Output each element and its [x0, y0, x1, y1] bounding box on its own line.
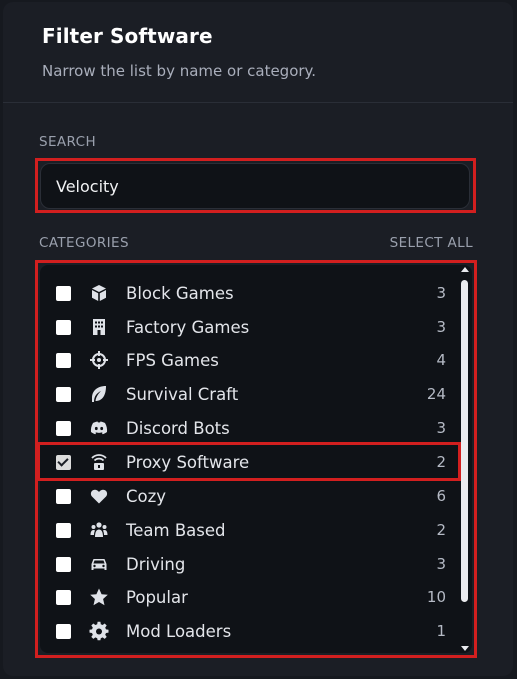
category-row[interactable]: Driving 3	[40, 547, 460, 581]
category-checkbox[interactable]	[56, 420, 71, 436]
star-icon	[89, 587, 109, 607]
category-label: Mod Loaders	[126, 621, 232, 641]
category-checkbox[interactable]	[56, 319, 71, 335]
category-count: 3	[436, 555, 446, 573]
category-label: Survival Craft	[126, 384, 239, 404]
discord-icon	[89, 418, 109, 438]
scrollbar[interactable]	[459, 267, 471, 651]
category-row[interactable]: Survival Craft 24	[40, 377, 460, 411]
category-count: 4	[436, 351, 446, 369]
category-count: 3	[436, 318, 446, 336]
category-checkbox[interactable]	[56, 623, 71, 639]
panel-subtitle: Narrow the list by name or category.	[42, 62, 317, 80]
category-label: Cozy	[126, 486, 167, 506]
scroll-down-arrow[interactable]	[461, 646, 469, 651]
category-count: 10	[426, 588, 446, 606]
category-count: 1	[436, 622, 446, 640]
category-label: Factory Games	[126, 317, 250, 337]
users-icon	[89, 520, 109, 540]
car-icon	[89, 554, 109, 574]
category-checkbox[interactable]	[56, 556, 71, 572]
category-checkbox[interactable]	[56, 522, 71, 538]
cube-icon	[89, 283, 109, 303]
category-count: 24	[426, 385, 446, 403]
panel-header: Filter Software Narrow the list by name …	[42, 24, 316, 80]
scroll-up-arrow[interactable]	[461, 267, 469, 272]
selected-row-highlight-box	[37, 442, 461, 481]
scroll-thumb[interactable]	[461, 280, 468, 602]
search-input[interactable]	[40, 163, 470, 209]
category-row[interactable]: Discord Bots 3	[40, 411, 460, 445]
category-row[interactable]: Team Based 2	[40, 513, 460, 547]
category-checkbox[interactable]	[56, 488, 71, 504]
category-count: 3	[436, 284, 446, 302]
category-row[interactable]: Popular 10	[40, 580, 460, 614]
category-label: Discord Bots	[126, 418, 230, 438]
header-divider	[3, 102, 513, 103]
select-all-button[interactable]: SELECT ALL	[390, 235, 473, 251]
gear-icon	[89, 621, 109, 641]
category-row[interactable]: Block Games 3	[40, 276, 460, 310]
category-label: FPS Games	[126, 350, 219, 370]
category-checkbox[interactable]	[56, 352, 71, 368]
category-checkbox[interactable]	[56, 285, 71, 301]
leaf-icon	[89, 384, 109, 404]
category-checkbox[interactable]	[56, 589, 71, 605]
crosshair-icon	[89, 350, 109, 370]
category-row[interactable]: FPS Games 4	[40, 343, 460, 377]
category-count: 2	[436, 521, 446, 539]
category-label: Team Based	[126, 520, 226, 540]
categories-label: CATEGORIES	[39, 235, 129, 251]
category-count: 6	[436, 487, 446, 505]
category-row[interactable]: Mod Loaders 1	[40, 614, 460, 648]
category-row[interactable]: Factory Games 3	[40, 310, 460, 344]
building-icon	[89, 317, 109, 337]
search-label: SEARCH	[39, 134, 97, 150]
panel-title: Filter Software	[42, 24, 213, 48]
heart-icon	[89, 486, 109, 506]
category-checkbox[interactable]	[56, 386, 71, 402]
category-label: Popular	[126, 587, 188, 607]
category-label: Driving	[126, 554, 186, 574]
category-label: Block Games	[126, 283, 234, 303]
category-count: 3	[436, 419, 446, 437]
category-row[interactable]: Cozy 6	[40, 479, 460, 513]
